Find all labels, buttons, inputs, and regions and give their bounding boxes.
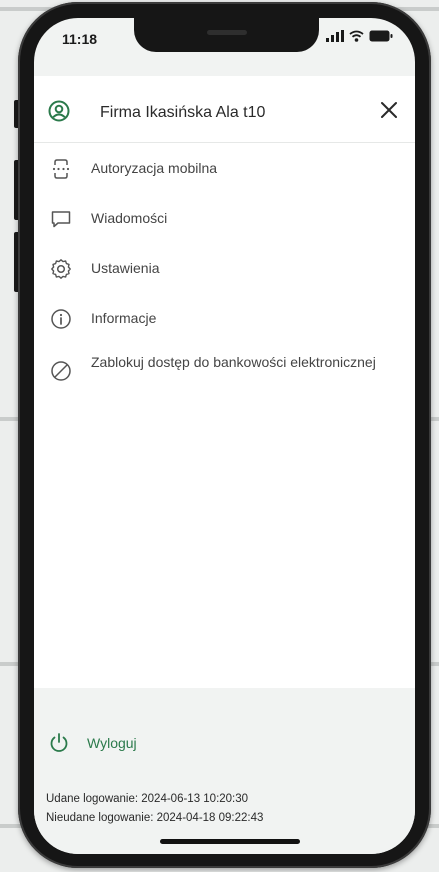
user-circle-icon: [48, 100, 70, 127]
info-icon: [50, 308, 72, 330]
battery-icon: [369, 30, 393, 42]
close-button[interactable]: [377, 98, 401, 122]
failed-login-text: Nieudane logowanie: 2024-04-18 09:22:43: [46, 812, 264, 824]
successful-login-text: Udane logowanie: 2024-06-13 10:20:30: [46, 793, 249, 805]
menu-footer: Wyloguj Udane logowanie: 2024-06-13 10:2…: [34, 708, 415, 854]
menu-item-label: Wiadomości: [91, 210, 168, 226]
menu-item-label: Informacje: [91, 310, 157, 326]
wifi-icon: [349, 30, 364, 42]
block-icon: [50, 360, 72, 382]
power-icon: [50, 733, 68, 752]
page-root: 11:18 Firma Ikasińska Ala t10 Autoryzacj…: [0, 0, 439, 872]
logout-button[interactable]: Wyloguj: [48, 732, 137, 754]
account-name: Firma Ikasińska Ala t10: [100, 104, 266, 121]
menu-item-label: Zablokuj dostęp do bankowości elektronic…: [91, 354, 376, 370]
menu-item-label: Autoryzacja mobilna: [91, 160, 218, 176]
phone-screen: 11:18 Firma Ikasińska Ala t10 Autoryzacj…: [34, 18, 415, 854]
logout-label: Wyloguj: [87, 735, 137, 751]
message-icon: [50, 208, 72, 230]
home-indicator: [160, 839, 300, 844]
menu-item-block-access[interactable]: Zablokuj dostęp do bankowości elektronic…: [34, 346, 415, 390]
speaker: [207, 30, 247, 35]
menu-item-information[interactable]: Informacje: [34, 296, 415, 340]
menu-item-messages[interactable]: Wiadomości: [34, 196, 415, 240]
menu-item-mobile-authorization[interactable]: Autoryzacja mobilna: [34, 146, 415, 190]
close-icon: [381, 102, 397, 118]
gear-icon: [50, 258, 72, 280]
menu-item-settings[interactable]: Ustawienia: [34, 246, 415, 290]
notch: [134, 18, 319, 52]
menu-panel: Firma Ikasińska Ala t10 Autoryzacja mobi…: [34, 76, 415, 688]
status-icons: [326, 30, 393, 42]
menu-item-label: Ustawienia: [91, 260, 160, 276]
signal-icon: [326, 30, 344, 42]
mobile-authorization-icon: [50, 158, 72, 180]
menu-header: Firma Ikasińska Ala t10: [34, 76, 415, 143]
status-time: 11:18: [62, 31, 98, 47]
login-info: Udane logowanie: 2024-06-13 10:20:30 Nie…: [46, 790, 263, 828]
